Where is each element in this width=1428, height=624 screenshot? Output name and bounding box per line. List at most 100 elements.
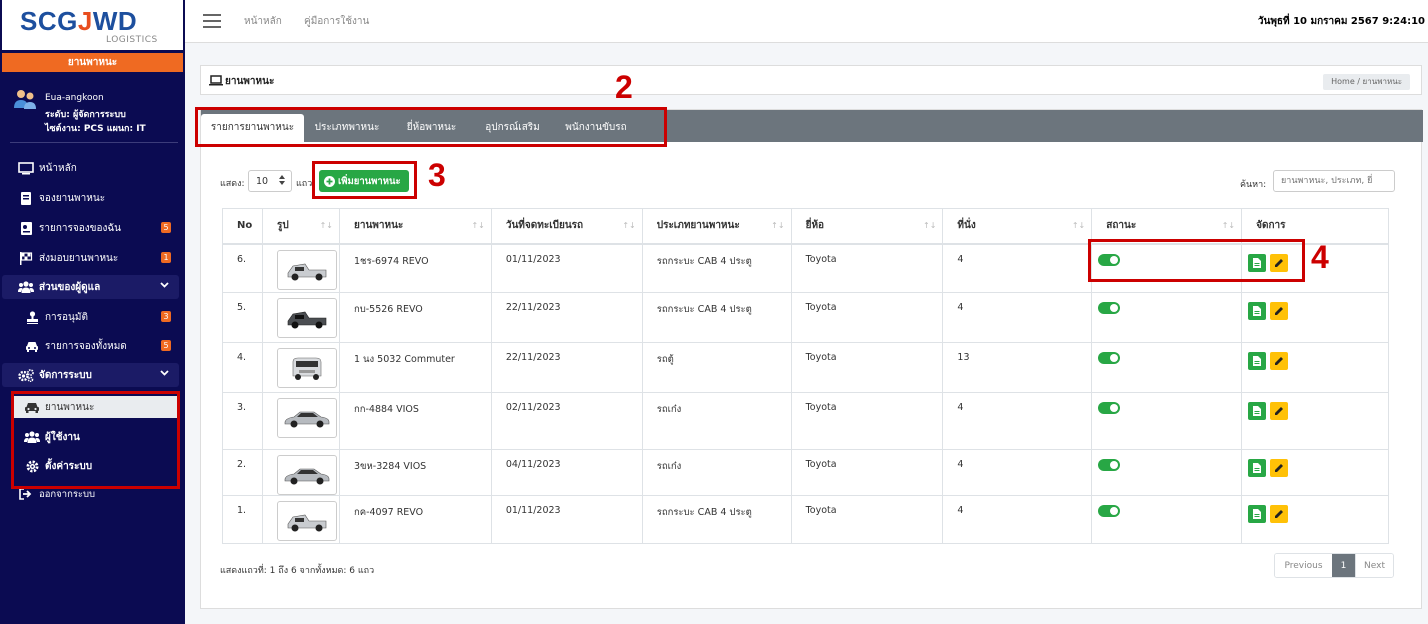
pagination-next[interactable]: Next [1355,554,1393,577]
table-body: 6. 1ชร-6974 REVO 01/11/2023 รถกระบะ CAB 4 ป… [222,243,1389,544]
status-toggle[interactable] [1098,352,1121,364]
status-toggle[interactable] [1098,402,1121,414]
sidebar-item-my-bookings[interactable]: รายการจองของฉัน 5 [0,216,185,240]
user-name: Eua-angkoon [45,93,104,103]
sort-icon: ↑↓ [622,221,636,230]
file-icon [1253,306,1262,316]
cell-status [1091,292,1243,343]
vehicle-photo[interactable] [276,298,337,338]
table-row: 2. 3ขห-3284 VIOS 04/11/2023 รถเก๋ง Toyota 4 [222,449,1389,496]
entries-select[interactable]: 10 [248,170,292,192]
logo[interactable]: SCGJWD LOGISTICS [2,0,183,50]
badge-all-bookings: 5 [161,340,171,351]
cell-reg-date: 04/11/2023 [491,449,643,496]
annotation-box-4 [1088,239,1305,282]
table-row: 1. กค-4097 REVO 01/11/2023 รถกระบะ CAB 4 ปร… [222,495,1389,544]
sidebar-item-label: การอนุมัติ [45,311,88,323]
file-icon [1253,356,1262,366]
cell-vehicle: 1 นง 5032 Commuter [339,342,492,393]
cell-type: รถกระบะ CAB 4 ประตู [642,292,792,343]
view-button[interactable] [1248,352,1267,370]
annotation-number-4: 4 [1311,239,1329,275]
edit-button[interactable] [1270,352,1289,370]
logo-text-b: WD [92,6,138,36]
col-seats-label: ที่นั่ง [957,220,976,232]
col-actions-label: จัดการ [1256,220,1286,232]
cell-reg-date: 22/11/2023 [491,292,643,343]
view-button[interactable] [1248,459,1267,477]
status-toggle[interactable] [1098,459,1121,471]
logo-subtitle: LOGISTICS [106,35,158,45]
sidebar-item-label: รายการจองของฉัน [39,222,122,234]
sidebar-item-label: หน้าหลัก [39,162,77,174]
top-navbar: หน้าหลัก คู่มือการใช้งาน วันพุธที่ 10 มก… [185,0,1428,43]
cell-brand: Toyota [791,495,944,544]
col-type[interactable]: ประเภทยานพาหนะ ↑↓ [642,208,792,245]
pencil-icon [1275,407,1284,415]
topnav-home-link[interactable]: หน้าหลัก [244,14,282,29]
sidebar-item-handover[interactable]: ส่งมอบยานพาหนะ 1 [0,246,185,270]
hamburger-menu-icon[interactable] [203,14,221,28]
sort-icon: ↑↓ [1221,221,1236,230]
pagination-page-1[interactable]: 1 [1332,554,1355,577]
cell-reg-date: 22/11/2023 [491,342,643,393]
cell-actions [1241,392,1389,450]
col-brand[interactable]: ยี่ห้อ ↑↓ [791,208,944,245]
cell-actions [1241,449,1389,496]
status-toggle[interactable] [1098,505,1121,517]
edit-button[interactable] [1270,505,1289,523]
status-toggle[interactable] [1098,302,1121,314]
cell-status [1091,495,1243,544]
vehicle-photo[interactable] [276,398,337,438]
view-button[interactable] [1248,302,1267,320]
view-button[interactable] [1248,402,1267,420]
cell-brand: Toyota [791,342,944,393]
cell-seats: 4 [942,292,1093,343]
sidebar-item-label: ส่งมอบยานพาหนะ [39,252,119,264]
edit-button[interactable] [1270,402,1289,420]
col-seats[interactable]: ที่นั่ง ↑↓ [942,208,1093,245]
col-no[interactable]: No [222,208,263,245]
cell-actions [1241,292,1389,343]
cell-brand: Toyota [791,449,944,496]
col-image[interactable]: รูป ↑↓ [262,208,340,245]
view-button[interactable] [1248,505,1267,523]
cell-type: รถเก๋ง [642,392,792,450]
module-title: ยานพาหนะ [2,53,183,72]
sidebar-item-home[interactable]: หน้าหลัก [0,156,185,180]
breadcrumb[interactable]: Home / ยานพาหนะ [1323,74,1410,90]
cell-no: 6. [222,243,263,293]
vehicle-photo[interactable] [276,249,337,290]
edit-button[interactable] [1270,302,1289,320]
edit-button[interactable] [1270,459,1289,477]
sidebar-item-book[interactable]: จองยานพาหนะ [0,186,185,210]
cell-type: รถกระบะ CAB 4 ประตู [642,495,792,544]
search-input[interactable] [1273,170,1395,192]
file-icon [1253,509,1262,519]
current-datetime: วันพุธที่ 10 มกราคม 2567 9:24:10 [1257,16,1425,27]
sidebar: SCGJWD LOGISTICS ยานพาหนะ Eua-angkoon ระ… [0,0,185,624]
col-image-label: รูป [276,220,289,232]
topnav-manual-link[interactable]: คู่มือการใช้งาน [304,14,369,29]
stamp-icon [24,310,40,324]
cell-vehicle: กบ-5526 REVO [339,292,492,343]
vehicle-photo[interactable] [276,348,337,388]
user-avatar-icon [14,90,36,109]
pencil-icon [1275,357,1284,365]
col-vehicle[interactable]: ยานพาหนะ ↑↓ [339,208,492,245]
logo-text-j: J [77,6,93,36]
vehicle-photo[interactable] [276,455,337,495]
pagination: Previous 1 Next [1274,553,1394,578]
sidebar-item-approval[interactable]: การอนุมัติ 3 [0,305,185,329]
sidebar-item-all-bookings[interactable]: รายการจองทั้งหมด 5 [0,334,185,358]
sidebar-item-admin[interactable]: จัดการระบบ [0,363,185,387]
col-reg-date[interactable]: วันที่จดทะเบียนรถ ↑↓ [491,208,643,245]
cell-vehicle: 3ขห-3284 VIOS [339,449,492,496]
vehicle-photo[interactable] [276,501,337,541]
pagination-previous[interactable]: Previous [1275,554,1332,577]
sidebar-item-supervisor[interactable]: ส่วนของผู้ดูแล [0,275,185,299]
pencil-icon [1275,307,1284,315]
cell-no: 2. [222,449,263,496]
cell-brand: Toyota [791,243,944,293]
user-unit: ไซต์งาน: PCS แผนก: IT [45,124,146,134]
